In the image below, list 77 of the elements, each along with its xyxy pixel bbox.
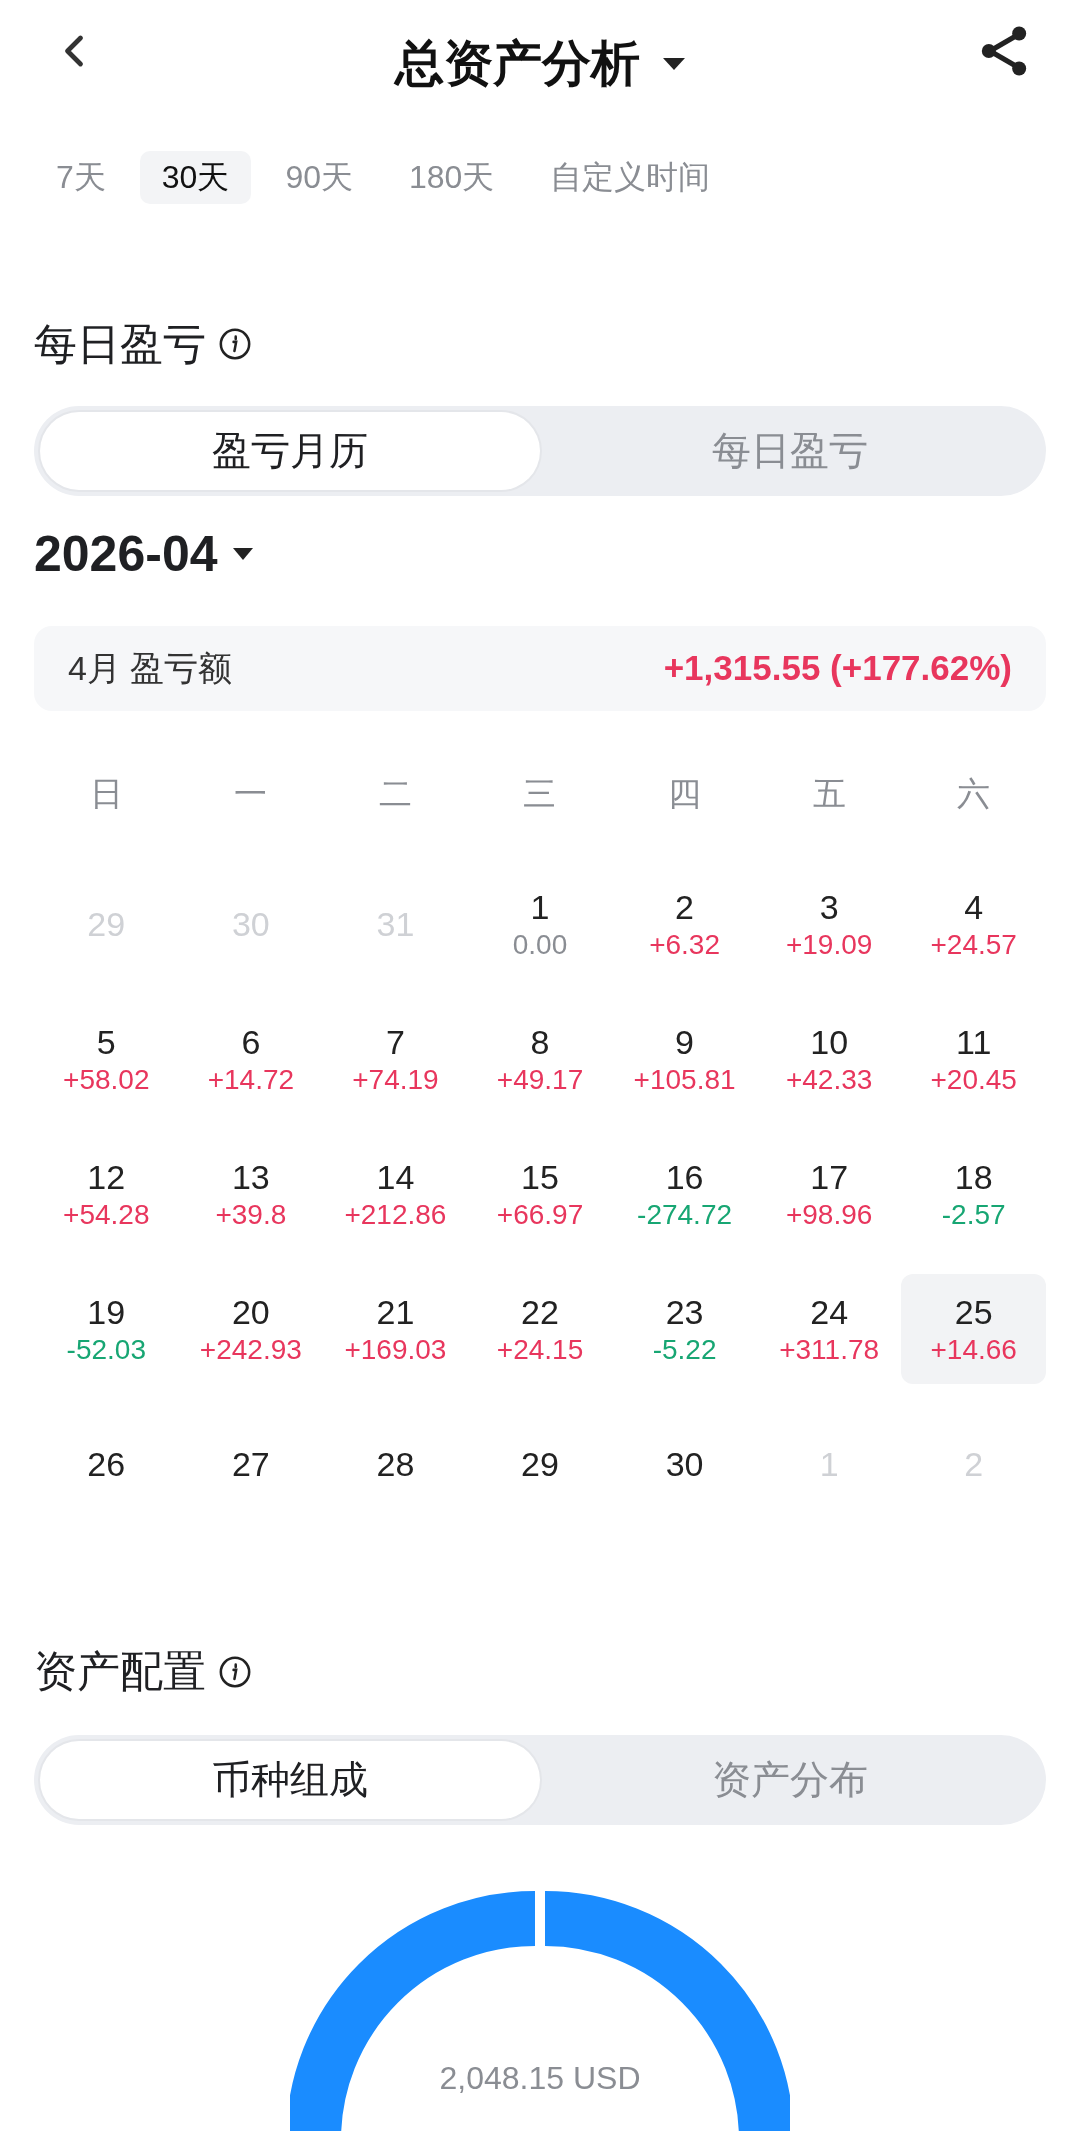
day-number: 11	[956, 1021, 992, 1063]
caret-icon[interactable]	[661, 57, 686, 71]
info-icon[interactable]	[218, 327, 252, 361]
day-pnl: +49.17	[496, 1062, 584, 1097]
day-number: 19	[87, 1291, 126, 1333]
calendar-day[interactable]: 25 +14.66	[901, 1273, 1046, 1384]
day-pnl: +169.03	[344, 1332, 447, 1367]
day-pnl: +24.15	[496, 1332, 584, 1367]
day-pnl: +212.86	[344, 1197, 447, 1232]
section-title: 资产配置	[34, 1650, 206, 1694]
day-pnl: +42.33	[785, 1062, 873, 1097]
weekday-label: 五	[811, 774, 847, 815]
summary-value: +1,315.55 (+177.62%)	[663, 647, 1012, 690]
day-number: 7	[385, 1021, 405, 1063]
section-title: 每日盈亏	[34, 322, 206, 366]
day-number: 9	[675, 1021, 694, 1063]
day-number: 18	[954, 1156, 993, 1198]
total-value: 2,048.15 USD	[438, 2058, 642, 2098]
day-number: 10	[810, 1021, 849, 1063]
day-number: 2	[675, 886, 694, 928]
day-pnl: +20.45	[930, 1062, 1017, 1097]
day-pnl: +6.32	[649, 927, 720, 962]
day-pnl: +24.57	[930, 927, 1017, 962]
day-number: 23	[665, 1291, 704, 1333]
day-number: 6	[241, 1021, 261, 1063]
day-pnl: +39.8	[215, 1197, 287, 1232]
day-number: 4	[964, 886, 984, 928]
day-number: 13	[231, 1156, 270, 1198]
day-number: 3	[819, 886, 839, 928]
page-title[interactable]: 总资产分析	[394, 27, 640, 101]
day-pnl: -274.72	[637, 1197, 733, 1232]
day-pnl: -2.57	[941, 1197, 1006, 1232]
day-pnl: +242.93	[199, 1332, 302, 1367]
day-number: 12	[87, 1156, 126, 1198]
day-number: 5	[96, 1021, 116, 1063]
day-pnl: +105.81	[633, 1062, 736, 1097]
day-number: 14	[376, 1156, 415, 1198]
weekday-label: 一	[233, 774, 269, 815]
day-pnl: +74.19	[352, 1062, 439, 1097]
day-number: 29	[521, 1443, 559, 1485]
weekday-label: 二	[377, 774, 413, 815]
day-number: 28	[376, 1443, 415, 1485]
summary-label: 4月 盈亏额	[68, 648, 233, 690]
day-pnl: -52.03	[66, 1332, 146, 1367]
caret-icon[interactable]	[231, 547, 254, 561]
day-pnl: +58.02	[63, 1062, 150, 1097]
day-pnl: -5.22	[652, 1332, 717, 1367]
day-number: 26	[87, 1443, 126, 1485]
day-number: 20	[231, 1291, 270, 1333]
day-number: 16	[665, 1156, 704, 1198]
month-picker[interactable]: 2026-04	[34, 529, 218, 579]
day-number: 21	[376, 1291, 415, 1333]
day-number: 1	[530, 886, 550, 928]
day-number: 8	[530, 1021, 550, 1063]
weekday-label: 日	[88, 774, 124, 815]
range-tab[interactable]: 30天	[139, 150, 252, 204]
day-pnl: +311.78	[779, 1332, 880, 1367]
day-number: 25	[954, 1291, 993, 1333]
info-icon[interactable]	[218, 1654, 252, 1689]
day-pnl: +54.28	[63, 1197, 150, 1232]
day-number: 27	[231, 1443, 270, 1485]
weekday-label: 三	[522, 774, 558, 815]
day-number: 22	[521, 1291, 559, 1333]
day-pnl: +14.72	[207, 1062, 295, 1097]
day-pnl: +66.97	[496, 1197, 584, 1232]
day-number: 15	[521, 1156, 559, 1198]
segment-tab[interactable]: 盈亏月历	[40, 412, 540, 490]
day-number: 24	[810, 1291, 849, 1333]
day-number: 30	[665, 1443, 704, 1485]
day-pnl: +98.96	[785, 1197, 873, 1232]
day-pnl: +14.66	[930, 1332, 1017, 1367]
weekday-label: 六	[956, 774, 992, 815]
day-pnl: 0.00	[512, 927, 568, 962]
day-pnl: +19.09	[785, 927, 873, 962]
segment-tab[interactable]: 币种组成	[40, 1740, 540, 1819]
day-number: 17	[810, 1156, 849, 1198]
weekday-label: 四	[667, 774, 703, 815]
